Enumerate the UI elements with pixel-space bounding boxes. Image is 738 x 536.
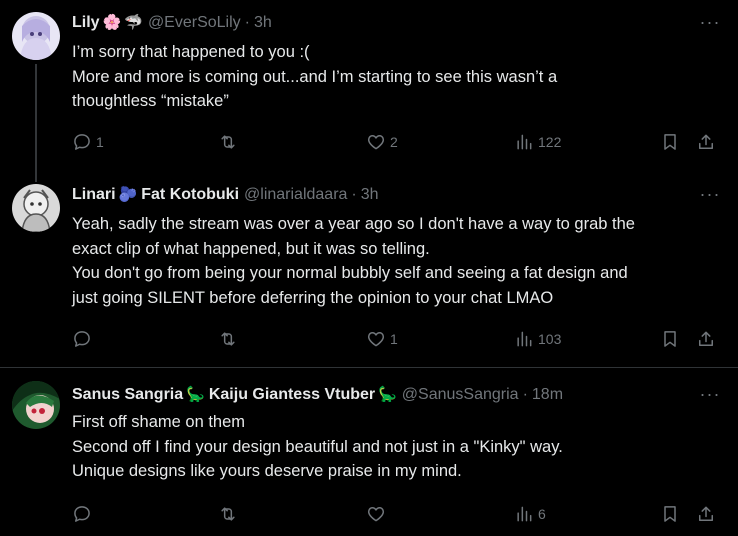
tweet-reply[interactable]: Sanus Sangria 🦕 Kaiju Giantess Vtuber 🦕 … xyxy=(0,368,738,536)
timestamp[interactable]: 3h xyxy=(361,184,379,206)
display-name-suffix[interactable]: Fat Kotobuki xyxy=(141,184,239,206)
view-count: 103 xyxy=(538,331,562,347)
like-count: 2 xyxy=(390,134,398,150)
repost-icon xyxy=(221,507,235,521)
tweet-text: First off shame on them Second off I fin… xyxy=(72,410,724,484)
more-options-icon[interactable]: ··· xyxy=(696,11,724,33)
tweet-text-line: I’m sorry that happened to you :( xyxy=(72,43,310,61)
shark-emoji: 🦈 xyxy=(124,14,143,31)
tweet-text-line: Yeah, sadly the stream was over a year a… xyxy=(72,215,635,233)
avatar-image-sanus xyxy=(12,381,60,429)
user-handle[interactable]: @EverSoLily xyxy=(148,12,241,34)
more-options-icon[interactable]: ··· xyxy=(696,383,724,405)
bookmark-button[interactable] xyxy=(660,328,680,350)
tweet-actions: 1 2 122 xyxy=(72,131,724,153)
avatar[interactable] xyxy=(12,12,60,60)
bookmark-button[interactable] xyxy=(660,131,680,153)
heart-icon xyxy=(367,135,385,150)
user-handle[interactable]: @linarialdaara xyxy=(244,184,347,206)
reply-icon xyxy=(74,331,90,347)
avatar-image-lily xyxy=(12,12,60,60)
reply-button[interactable] xyxy=(72,503,96,525)
repost-button[interactable] xyxy=(218,503,242,525)
tweet-text: I’m sorry that happened to you :( More a… xyxy=(72,40,724,114)
share-icon xyxy=(699,331,713,346)
view-count: 122 xyxy=(538,134,562,150)
bookmark-icon xyxy=(664,331,676,347)
views-chart-icon xyxy=(517,331,532,347)
tweet-text-line: You don't go from being your normal bubb… xyxy=(72,264,628,282)
views-button[interactable]: 6 xyxy=(514,503,546,525)
bookmark-button[interactable] xyxy=(660,503,680,525)
repost-button[interactable] xyxy=(218,131,242,153)
repost-icon xyxy=(221,135,235,149)
display-name-suffix[interactable]: Kaiju Giantess Vtuber xyxy=(209,384,375,406)
like-button[interactable]: 2 xyxy=(366,131,398,153)
repost-button[interactable] xyxy=(218,328,242,350)
like-button[interactable] xyxy=(366,503,390,525)
heart-icon xyxy=(367,332,385,347)
views-button[interactable]: 122 xyxy=(514,131,561,153)
tweet-header: Linari 🫐 Fat Kotobuki @linarialdaara · 3… xyxy=(72,184,678,206)
like-count: 1 xyxy=(390,331,398,347)
cherry-blossom-emoji: 🌸 xyxy=(102,14,122,31)
views-chart-icon xyxy=(517,506,532,522)
reply-count: 1 xyxy=(96,134,104,150)
display-name[interactable]: Linari xyxy=(72,184,116,206)
tweet-text-line: More and more is coming out...and I’m st… xyxy=(72,67,558,86)
more-options-icon[interactable]: ··· xyxy=(696,183,724,205)
display-name[interactable]: Sanus Sangria xyxy=(72,384,183,406)
tweet-header: Lily 🌸 🦈 @EverSoLily · 3h xyxy=(72,12,678,34)
avatar-image-linari xyxy=(12,184,60,232)
share-icon xyxy=(699,506,713,521)
views-chart-icon xyxy=(517,134,532,150)
reply-icon xyxy=(74,506,90,522)
separator-dot: · xyxy=(522,386,528,403)
view-count: 6 xyxy=(538,506,546,522)
heart-icon xyxy=(367,507,385,522)
tweet-text-line: thoughtless “mistake” xyxy=(72,92,229,110)
share-icon xyxy=(699,134,713,149)
like-button[interactable]: 1 xyxy=(366,328,398,350)
repost-icon xyxy=(221,332,235,346)
tweet-header: Sanus Sangria 🦕 Kaiju Giantess Vtuber 🦕 … xyxy=(72,384,678,406)
dinosaur-emoji: 🦕 xyxy=(378,386,397,403)
separator-dot: · xyxy=(244,14,250,31)
user-handle[interactable]: @SanusSangria xyxy=(402,384,519,406)
bookmark-icon xyxy=(664,134,676,150)
thread-line xyxy=(35,64,37,182)
reply-button[interactable] xyxy=(72,328,96,350)
reply-button[interactable]: 1 xyxy=(72,131,104,153)
timestamp[interactable]: 3h xyxy=(254,12,272,34)
tweet-reply[interactable]: Lily 🌸 🦈 @EverSoLily · 3h ··· I’m sorry … xyxy=(0,0,738,182)
tweet-text-line: exact clip of what happened, but it was … xyxy=(72,239,430,258)
dinosaur-emoji: 🦕 xyxy=(186,386,205,403)
tweet-text: Yeah, sadly the stream was over a year a… xyxy=(72,212,724,310)
tweet-reply[interactable]: Linari 🫐 Fat Kotobuki @linarialdaara · 3… xyxy=(0,178,738,368)
tweet-text-line: just going SILENT before deferring the o… xyxy=(72,288,554,307)
share-button[interactable] xyxy=(696,131,716,153)
reply-icon xyxy=(74,134,90,150)
share-button[interactable] xyxy=(696,328,716,350)
share-button[interactable] xyxy=(696,503,716,525)
tweet-actions: 6 xyxy=(72,503,724,525)
tweet-text-line: Unique designs like yours deserve praise… xyxy=(72,462,462,480)
tweet-text-line: First off shame on them xyxy=(72,413,246,431)
tweet-actions: 1 103 xyxy=(72,328,724,350)
timestamp[interactable]: 18m xyxy=(532,384,563,406)
bookmark-icon xyxy=(664,506,676,522)
blueberries-emoji: 🫐 xyxy=(118,186,138,203)
views-button[interactable]: 103 xyxy=(514,328,561,350)
separator-dot: · xyxy=(351,186,357,203)
tweet-text-line: Second off I find your design beautiful … xyxy=(72,437,563,456)
avatar[interactable] xyxy=(12,184,60,232)
avatar[interactable] xyxy=(12,381,60,429)
display-name[interactable]: Lily xyxy=(72,12,100,34)
